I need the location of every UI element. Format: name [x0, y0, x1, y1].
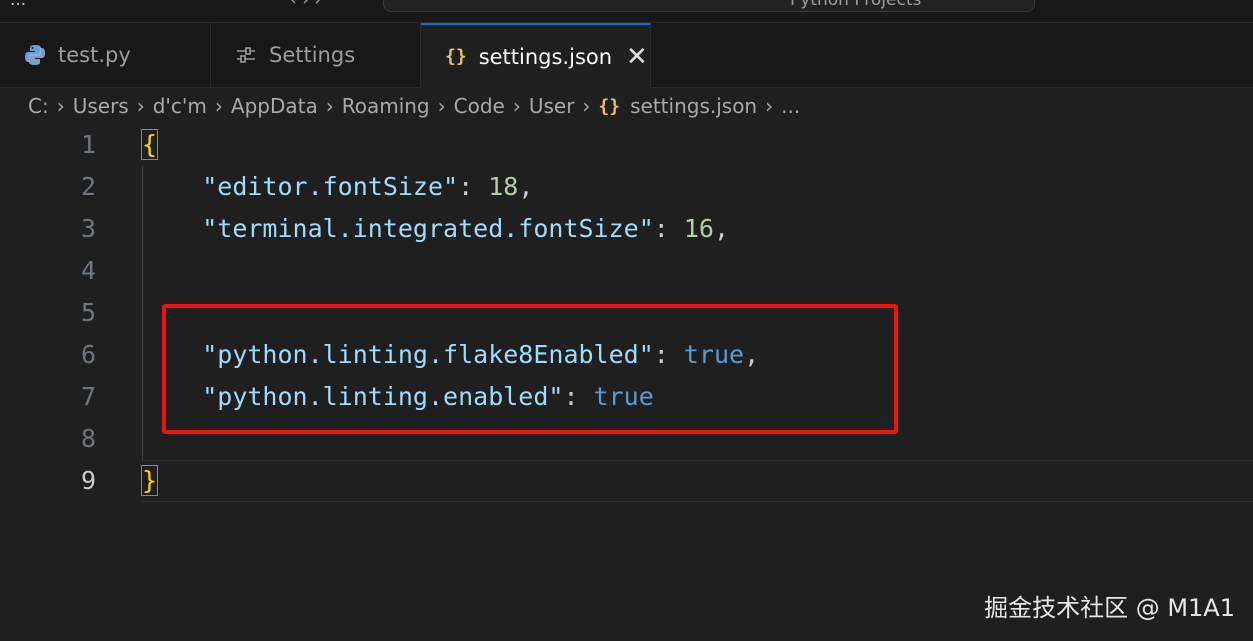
code-token-punc [142, 382, 202, 411]
line-code: "editor.fontSize": 18, [142, 172, 533, 201]
code-line[interactable]: 7 "python.linting.enabled": true [0, 376, 1253, 418]
editor-tab-bar: test.py Settings {} settings.json ✕ [0, 23, 1253, 88]
code-token-num: 18 [488, 172, 519, 201]
chevron-right-icon: › [56, 94, 65, 118]
code-token-brace: } [140, 465, 159, 496]
breadcrumb-item[interactable]: ... [781, 94, 800, 118]
code-token-bool: true [683, 340, 745, 369]
line-number: 8 [80, 424, 96, 453]
json-braces-icon: {} [445, 46, 467, 67]
line-number: 5 [80, 298, 96, 327]
code-token-brace: { [140, 129, 159, 160]
title-bar-nav[interactable]: ‹ › › [290, 0, 321, 10]
code-line[interactable]: 9} [0, 460, 1253, 502]
code-token-punc: , [744, 340, 760, 369]
tab-test-py[interactable]: test.py [0, 23, 211, 87]
title-bar: ... ‹ › › Python Projects [0, 0, 1253, 23]
command-center[interactable] [383, 0, 1035, 12]
breadcrumb-item[interactable]: C: [28, 94, 49, 118]
breadcrumb: C: › Users › d'c'm › AppData › Roaming ›… [0, 88, 1253, 124]
line-code: } [140, 465, 159, 496]
code-editor[interactable]: 1{2 "editor.fontSize": 18, 3 "terminal.in… [0, 124, 1253, 641]
tab-label: Settings [269, 43, 356, 67]
watermark: 掘金技术社区 @ M1A1 [984, 594, 1235, 622]
code-token-punc: : [653, 214, 684, 243]
breadcrumb-item[interactable]: Roaming [342, 94, 430, 118]
chevron-right-icon: › [214, 94, 223, 118]
breadcrumb-item[interactable]: Code [454, 94, 505, 118]
code-token-num: 16 [683, 214, 714, 243]
line-code: "python.linting.enabled": true [142, 382, 654, 411]
code-token-key: "terminal.integrated.fontSize" [202, 214, 654, 243]
code-token-key: "python.linting.enabled" [202, 382, 564, 411]
python-icon [24, 44, 46, 66]
breadcrumb-item[interactable]: Users [73, 94, 129, 118]
code-line[interactable]: 3 "terminal.integrated.fontSize": 16, [0, 208, 1253, 250]
breadcrumb-item[interactable]: settings.json [630, 94, 757, 118]
chevron-right-icon: › [325, 94, 334, 118]
code-line[interactable]: 2 "editor.fontSize": 18, [0, 166, 1253, 208]
line-number: 3 [80, 214, 96, 243]
code-line[interactable]: 1{ [0, 124, 1253, 166]
close-icon[interactable]: ✕ [626, 44, 648, 70]
line-number: 2 [80, 172, 96, 201]
tab-label: test.py [58, 43, 131, 67]
chevron-right-icon: › [582, 94, 591, 118]
code-token-key: "python.linting.flake8Enabled" [202, 340, 654, 369]
line-number: 4 [80, 256, 96, 285]
tab-settings-json[interactable]: {} settings.json ✕ [421, 23, 651, 88]
line-number: 9 [80, 466, 96, 495]
code-token-punc: : [653, 340, 684, 369]
code-token-punc [142, 340, 202, 369]
code-line[interactable]: 8 [0, 418, 1253, 460]
breadcrumb-item[interactable]: AppData [231, 94, 318, 118]
tab-label: settings.json [478, 44, 613, 69]
code-token-punc: : [458, 172, 489, 201]
line-number: 7 [80, 382, 96, 411]
chevron-right-icon: › [136, 94, 145, 118]
chevron-right-icon: › [765, 94, 774, 118]
code-token-punc: , [713, 214, 730, 243]
code-token-punc: , [518, 172, 534, 201]
code-line[interactable]: 6 "python.linting.flake8Enabled": true, [0, 334, 1253, 376]
line-code: "python.linting.flake8Enabled": true, [142, 340, 759, 369]
line-code: "terminal.integrated.fontSize": 16, [142, 214, 729, 243]
chevron-right-icon: › [437, 94, 446, 118]
code-token-key: "editor.fontSize" [202, 172, 459, 201]
code-token-bool: true [593, 382, 654, 411]
line-number: 1 [80, 130, 96, 159]
settings-sliders-icon [235, 44, 257, 66]
breadcrumb-item[interactable]: d'c'm [153, 94, 207, 118]
code-token-punc: : [563, 382, 594, 411]
code-token-punc [142, 172, 202, 201]
command-center-text[interactable]: Python Projects [790, 0, 921, 10]
breadcrumb-item[interactable]: User [529, 94, 575, 118]
code-line[interactable]: 5 [0, 292, 1253, 334]
current-line-highlight [142, 460, 1253, 502]
code-line[interactable]: 4 [0, 250, 1253, 292]
code-token-punc [142, 214, 202, 243]
line-number: 6 [80, 340, 96, 369]
tab-settings[interactable]: Settings [211, 23, 421, 87]
title-bar-menu[interactable]: ... [10, 0, 26, 10]
chevron-right-icon: › [512, 94, 521, 118]
line-code: { [140, 129, 159, 160]
json-braces-icon: {} [598, 95, 621, 117]
